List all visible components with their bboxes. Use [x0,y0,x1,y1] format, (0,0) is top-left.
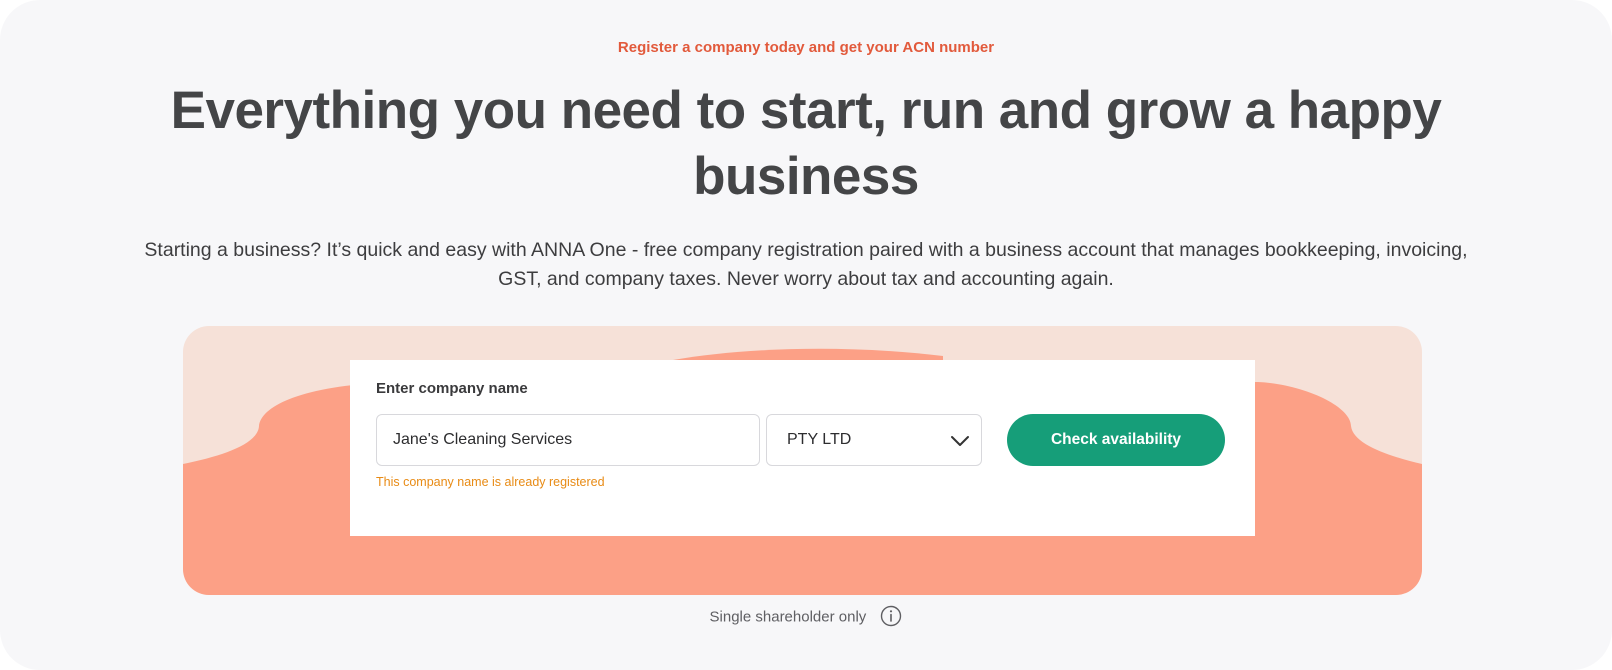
info-circle-icon[interactable] [880,605,902,627]
company-name-label: Enter company name [376,380,528,397]
company-type-value: PTY LTD [787,431,852,448]
name-error-message: This company name is already registered [376,475,605,489]
chevron-down-icon [951,436,969,446]
company-search-form: Enter company name PTY LTD This company … [350,360,1255,536]
shareholder-note: Single shareholder only [0,605,1612,627]
shareholder-note-text: Single shareholder only [709,608,867,626]
company-name-input[interactable] [376,414,760,466]
company-type-select[interactable]: PTY LTD [766,414,982,466]
page-title: Everything you need to start, run and gr… [170,81,1442,206]
check-availability-button[interactable]: Check availability [1007,414,1225,466]
page-card: Register a company today and get your AC… [0,0,1612,670]
hero-description: Starting a business? It’s quick and easy… [144,239,1468,290]
eyebrow-text: Register a company today and get your AC… [617,39,995,56]
